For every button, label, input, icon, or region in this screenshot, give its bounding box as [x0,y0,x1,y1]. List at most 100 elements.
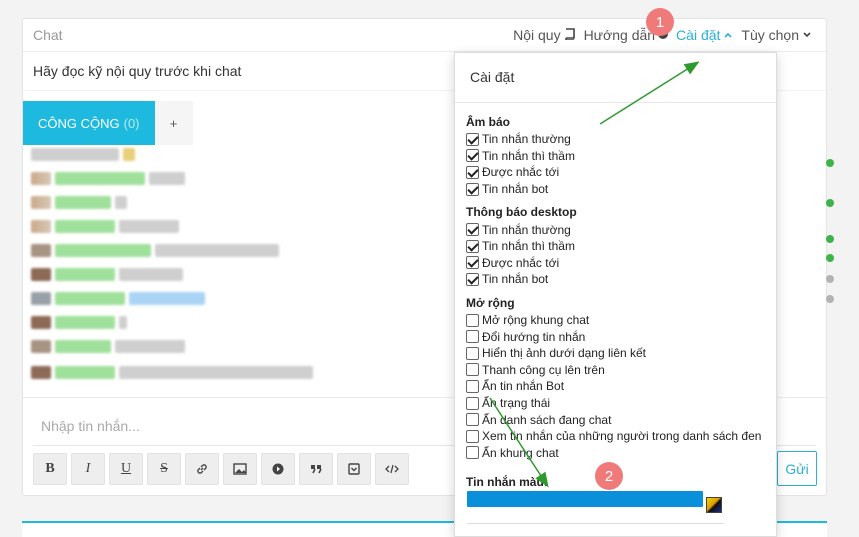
blurred-text [119,366,313,379]
setting-option[interactable]: Được nhắc tới [466,255,776,272]
avatar [31,196,51,209]
checkbox-unchecked[interactable] [466,429,479,443]
checkbox-checked[interactable] [466,182,479,196]
avatar [31,366,51,379]
image-icon [233,463,247,475]
checkbox-checked[interactable] [466,239,479,253]
setting-option[interactable]: Tin nhắn thường [466,221,776,238]
options-link[interactable]: Tùy chọn [741,27,812,43]
checkbox-unchecked[interactable] [466,330,479,344]
offline-status-dot [826,275,834,283]
tab-public-count: (0) [123,115,140,131]
checkbox-checked[interactable] [466,223,479,237]
blurred-message [31,267,183,282]
setting-option[interactable]: Ẩn trạng thái [466,395,776,412]
blurred-username [55,316,115,329]
blurred-text [31,148,119,161]
blurred-message [31,339,185,354]
send-button[interactable]: Gửi [777,451,817,486]
setting-option-label: Hiển thị ảnh dưới dạng liên kết [482,346,647,361]
checkbox-checked[interactable] [466,149,479,163]
settings-link[interactable]: Cài đặt [676,27,733,43]
avatar [31,316,51,329]
avatar [31,268,51,281]
avatar [31,292,51,305]
link-button[interactable] [185,453,219,485]
underline-button[interactable]: U [109,453,143,485]
blurred-message [31,365,313,380]
step-badge-2: 2 [595,462,623,490]
blurred-text [115,340,185,353]
setting-option[interactable]: Thanh công cụ lên trên [466,362,776,379]
blurred-username [55,340,111,353]
image-button[interactable] [223,453,257,485]
checkbox-unchecked[interactable] [466,379,479,393]
checkbox-unchecked[interactable] [466,413,479,427]
quote-button[interactable] [299,453,333,485]
bold-button[interactable]: B [33,453,67,485]
setting-option-label: Tin nhắn bot [482,182,549,197]
avatar [31,172,51,185]
blurred-message [31,243,279,258]
blurred-text [149,172,185,185]
checkbox-unchecked[interactable] [466,313,479,327]
checkbox-checked[interactable] [466,272,479,286]
italic-button[interactable]: I [71,453,105,485]
settings-label: Cài đặt [676,27,721,43]
blurred-username [55,196,111,209]
setting-option[interactable]: Tin nhắn thường [466,131,776,148]
online-status-dot [826,254,834,262]
setting-option-label: Được nhắc tới [482,255,560,270]
chevron-up-icon [723,27,733,43]
setting-option-label: Mở rộng khung chat [482,313,590,328]
setting-option-label: Ẩn tin nhắn Bot [482,379,565,394]
checkbox-unchecked[interactable] [466,446,479,460]
spoiler-button[interactable] [337,453,371,485]
add-tab-button[interactable]: + [154,101,193,145]
setting-option[interactable]: Hiển thị ảnh dưới dạng liên kết [466,345,776,362]
avatar [31,340,51,353]
setting-option[interactable]: Mở rộng khung chat [466,312,776,329]
checkbox-checked[interactable] [466,132,479,146]
setting-option-label: Thanh công cụ lên trên [482,362,605,377]
format-toolbar: B I U S [33,453,409,485]
message-color-swatch[interactable] [467,491,703,507]
chat-header: Chat Nội quy Hướng dẫn Cài đặt Tùy chọn [23,19,826,52]
video-button[interactable] [261,453,295,485]
divider [467,523,724,524]
blurred-message [31,195,127,210]
blurred-username [55,172,145,185]
setting-option-label: Ẩn khung chat [482,445,559,460]
tab-public[interactable]: CÔNG CỘNG (0) [23,101,155,145]
color-picker-icon[interactable] [706,497,722,513]
checkbox-unchecked[interactable] [466,396,479,410]
online-status-dot [826,235,834,243]
blurred-username [55,292,125,305]
blurred-username [55,366,115,379]
checkbox-checked[interactable] [466,165,479,179]
setting-option[interactable]: Tin nhắn thì thầm [466,148,776,165]
setting-option[interactable]: Xem tin nhắn của những người trong danh … [466,428,776,445]
setting-option[interactable]: Ẩn tin nhắn Bot [466,378,776,395]
rules-link[interactable]: Nội quy [513,27,575,43]
blurred-username [55,220,115,233]
setting-option[interactable]: Ẩn danh sách đang chat [466,411,776,428]
settings-dropdown-title: Cài đặt [455,53,776,103]
setting-option[interactable]: Đổi hướng tin nhắn [466,328,776,345]
setting-option[interactable]: Ẩn khung chat [466,445,776,462]
code-button[interactable] [375,453,409,485]
desktop-section-title: Thông báo desktop [466,205,577,220]
setting-option[interactable]: Tin nhắn thì thầm [466,238,776,255]
setting-option[interactable]: Được nhắc tới [466,164,776,181]
strikethrough-button[interactable]: S [147,453,181,485]
blurred-message [31,291,205,306]
setting-option-label: Tin nhắn thì thầm [482,148,575,163]
message-input[interactable]: Nhập tin nhắn... [41,418,140,434]
setting-option-label: Xem tin nhắn của những người trong danh … [482,429,762,444]
blurred-text [123,148,135,161]
checkbox-unchecked[interactable] [466,363,479,377]
checkbox-unchecked[interactable] [466,346,479,360]
setting-option[interactable]: Tin nhắn bot [466,181,776,198]
checkbox-checked[interactable] [466,256,479,270]
setting-option[interactable]: Tin nhắn bot [466,271,776,288]
